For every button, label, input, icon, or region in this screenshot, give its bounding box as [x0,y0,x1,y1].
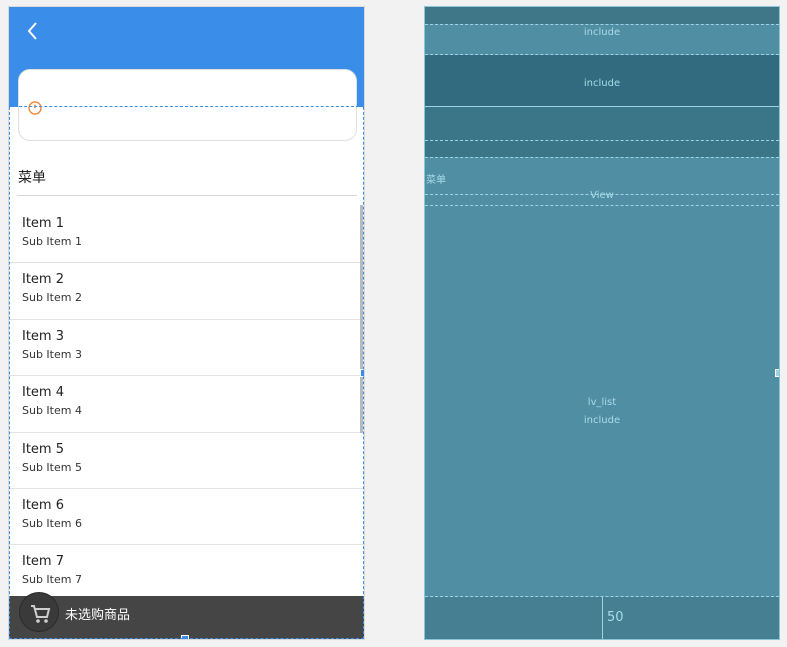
cart-button[interactable] [19,592,59,632]
clock-icon [28,101,42,115]
list-item[interactable]: Item 6 Sub Item 6 [9,489,364,546]
cart-icon [31,605,51,623]
selection-guide [9,106,364,107]
bp-include-label: include [583,27,621,38]
chevron-left-icon [27,22,37,40]
bp-guide [425,157,779,158]
item-subtitle: Sub Item 1 [22,235,82,248]
back-button[interactable] [22,19,46,43]
cart-bar[interactable]: 未选购商品 [9,592,364,639]
bp-dimension-label: 50 [607,610,624,625]
bp-center-guide [602,597,603,639]
list-item[interactable]: Item 7 Sub Item 7 [9,545,364,602]
bp-view-label: View [590,190,614,201]
item-subtitle: Sub Item 4 [22,404,82,418]
item-subtitle: Sub Item 7 [22,573,82,587]
bp-toolbar-block [425,7,779,24]
item-subtitle: Sub Item 2 [22,291,82,305]
list-item[interactable]: Item 2 Sub Item 2 [9,263,364,320]
bp-list-id-label: lv_list [587,397,617,408]
resize-handle-bottom[interactable] [181,635,189,639]
list-item[interactable]: Item 5 Sub Item 5 [9,433,364,489]
item-subtitle: Sub Item 5 [22,460,82,474]
scrollbar[interactable] [360,205,363,433]
bp-guide [425,205,779,206]
item-list[interactable]: Item 1 Sub Item 1 Item 2 Sub Item 2 Item… [9,207,364,602]
bp-include-label: include [583,415,621,426]
info-card[interactable] [18,69,357,141]
item-title: Item 6 [22,497,64,513]
menu-title: 菜单 [18,170,46,186]
item-title: Item 2 [22,272,64,288]
item-title: Item 3 [22,328,64,344]
bp-guide [425,140,779,141]
divider [17,195,357,196]
bp-resize-handle[interactable] [775,369,779,377]
bp-guide [425,24,779,25]
item-subtitle: Sub Item 3 [22,347,82,361]
item-title: Item 4 [22,385,64,401]
list-item[interactable]: Item 3 Sub Item 3 [9,320,364,377]
list-item[interactable]: Item 4 Sub Item 4 [9,376,364,433]
list-item[interactable]: Item 1 Sub Item 1 [9,207,364,264]
item-title: Item 5 [22,441,64,457]
resize-handle-right[interactable] [360,369,364,377]
bp-include-label: include [583,78,621,89]
bp-menu-label: 菜单 [426,175,446,186]
design-preview: 菜单 Item 1 Sub Item 1 Item 2 Sub Item 2 I… [8,6,365,640]
bp-spacer-block [425,107,779,157]
cart-status-text: 未选购商品 [65,608,131,623]
item-title: Item 1 [22,216,64,231]
blueprint-view: include include 菜单 View lv_list include … [424,6,780,640]
item-subtitle: Sub Item 6 [22,516,82,530]
item-title: Item 7 [22,554,64,570]
bp-guide [425,194,779,195]
